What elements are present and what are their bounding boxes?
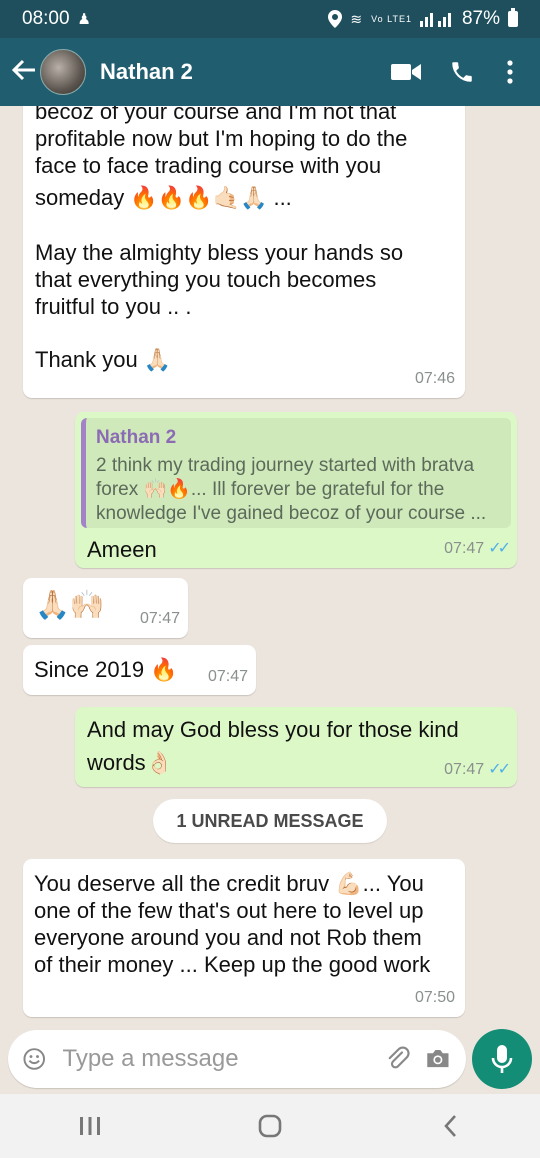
read-receipt-icon: ✓✓ <box>488 540 511 557</box>
microphone-button[interactable] <box>472 1029 532 1089</box>
phone-call-icon[interactable] <box>434 52 490 92</box>
time-value: 07:47 <box>444 540 485 557</box>
video-call-icon[interactable] <box>378 52 434 92</box>
message-input[interactable] <box>62 1045 373 1073</box>
back-arrow-icon[interactable] <box>10 56 38 88</box>
avatar[interactable] <box>40 49 86 95</box>
message-text: Since 2019 🔥 <box>34 657 178 682</box>
incoming-message[interactable]: You deserve all the credit bruv 💪🏻... Yo… <box>23 859 465 1017</box>
status-left: 08:00 ♟ <box>22 8 91 30</box>
message-text: Ameen <box>87 537 157 562</box>
attach-icon[interactable] <box>384 1042 412 1076</box>
message-time: 07:47 ✓✓ <box>444 756 511 783</box>
wifi-icon: ≋ <box>350 10 364 27</box>
camera-icon[interactable] <box>424 1042 452 1076</box>
microphone-icon <box>491 1045 513 1073</box>
message-line: one of the few that's out here to level … <box>34 898 424 923</box>
battery-icon <box>508 8 518 27</box>
quoted-message[interactable]: Nathan 2 2 think my trading journey star… <box>81 418 511 528</box>
message-line: You deserve all the credit bruv 💪🏻... Yo… <box>34 871 424 896</box>
battery-level: 87% <box>461 8 500 29</box>
message-line: fruitful to you .. . <box>35 294 192 319</box>
message-line: And may God bless you for those kind <box>87 717 459 742</box>
message-text: 🙏🏻🙌🏻 <box>35 589 105 620</box>
recent-apps-icon <box>80 1117 100 1135</box>
time-value: 07:47 <box>444 761 485 778</box>
contact-name[interactable]: Nathan 2 <box>100 59 378 85</box>
incoming-message[interactable]: 🙏🏻🙌🏻 07:47 <box>23 578 188 638</box>
message-line: face to face trading course with you <box>35 153 382 178</box>
recent-apps-button[interactable] <box>50 1101 130 1151</box>
message-time: 07:50 <box>414 989 455 1006</box>
message-line: words👌🏻 <box>87 750 174 775</box>
emoji-icon[interactable] <box>22 1044 46 1074</box>
home-button[interactable] <box>230 1101 310 1151</box>
message-time: 07:47 ✓✓ <box>444 535 511 562</box>
quoted-line: knowledge I've gained becoz of your cour… <box>96 503 487 524</box>
quoted-line: 2 think my trading journey started with … <box>96 455 475 476</box>
message-line: everyone around you and not Rob them <box>34 925 422 950</box>
chat-header: Nathan 2 <box>0 38 540 106</box>
signal-icon <box>419 13 451 27</box>
more-options-icon[interactable] <box>490 52 530 92</box>
message-line: of their money ... Keep up the good work <box>34 952 431 977</box>
message-line: someday 🔥🔥🔥🤙🏻🙏🏻 ... <box>35 185 292 210</box>
message-line: becoz of your course and I'm not that <box>35 106 397 124</box>
quoted-line: forex 🙌🏻🔥... Ill forever be grateful for… <box>96 479 445 500</box>
outgoing-message[interactable]: Nathan 2 2 think my trading journey star… <box>75 412 517 568</box>
message-line: May the almighty bless your hands so <box>35 240 404 265</box>
message-list[interactable]: becoz of your course and I'm not that pr… <box>0 106 540 1026</box>
message-composer <box>8 1030 466 1088</box>
system-navigation-bar <box>0 1094 540 1158</box>
incoming-message[interactable]: Since 2019 🔥 07:47 <box>23 645 256 695</box>
location-icon <box>328 10 343 28</box>
message-time: 07:47 <box>139 610 180 627</box>
status-right: ≋ Vo LTE1 87% <box>328 8 518 30</box>
quoted-author: Nathan 2 <box>96 427 177 448</box>
read-receipt-icon: ✓✓ <box>488 761 511 778</box>
back-button[interactable] <box>410 1101 490 1151</box>
unread-divider: 1 UNREAD MESSAGE <box>153 799 387 843</box>
incoming-message[interactable]: becoz of your course and I'm not that pr… <box>23 106 465 398</box>
back-chevron-icon <box>444 1115 456 1137</box>
home-icon <box>258 1114 282 1138</box>
message-line: that everything you touch becomes <box>35 267 377 292</box>
outgoing-message[interactable]: And may God bless you for those kind wor… <box>75 707 517 787</box>
message-time: 07:47 <box>207 668 248 685</box>
clock: 08:00 <box>22 8 70 29</box>
message-time: 07:46 <box>414 370 455 387</box>
message-line: profitable now but I'm hoping to do the <box>35 126 408 151</box>
status-bar: 08:00 ♟ ≋ Vo LTE1 87% <box>0 0 540 38</box>
message-line: Thank you 🙏🏻 <box>35 347 172 372</box>
network-label: Vo LTE1 <box>371 14 412 24</box>
notification-icon: ♟ <box>77 11 91 28</box>
